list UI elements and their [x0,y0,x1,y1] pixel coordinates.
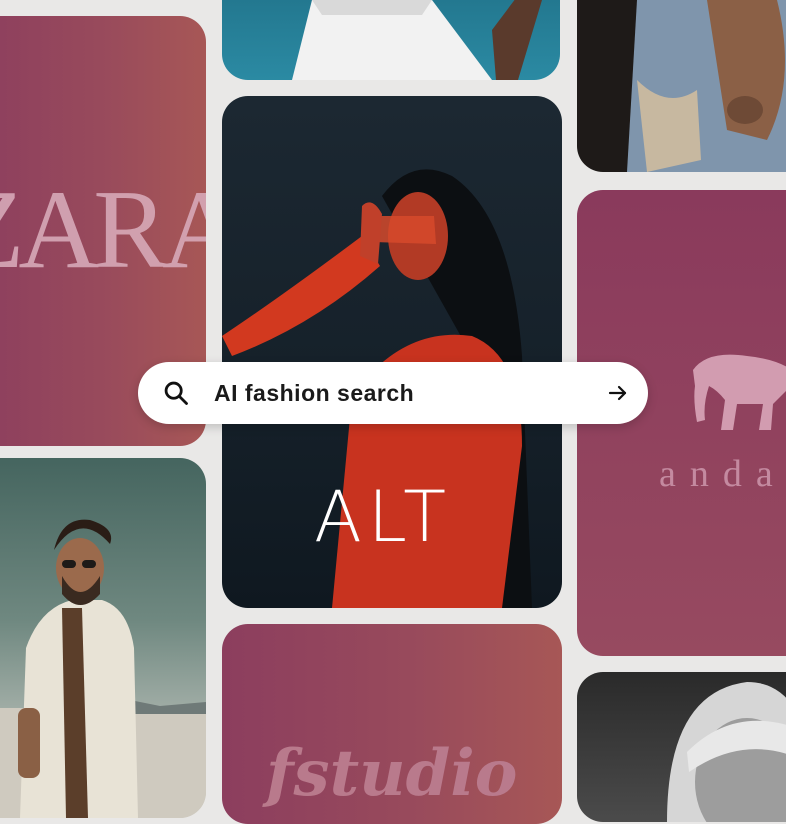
alt-logo: ALT [314,476,453,558]
dress-photo [292,0,542,80]
ai-fashion-search-bar[interactable]: AI fashion search [138,362,648,424]
woman-photo [667,682,786,822]
anda-logo: anda [659,453,786,495]
photo-card-woman[interactable] [577,672,786,822]
search-icon [138,379,214,407]
arrow-right-icon[interactable] [588,381,648,405]
jeans-photo [627,0,786,172]
man-photo [0,519,206,818]
zara-logo: ZARA [0,168,206,292]
photo-card-dress[interactable] [222,0,560,80]
studio-logo: fstudio [266,736,518,811]
photo-card-man[interactable] [0,458,206,818]
photo-card-jeans[interactable] [577,0,786,172]
brand-card-studio[interactable]: fstudio [222,624,562,824]
brand-card-alt[interactable]: ALT [222,96,562,608]
search-label: AI fashion search [214,379,415,406]
